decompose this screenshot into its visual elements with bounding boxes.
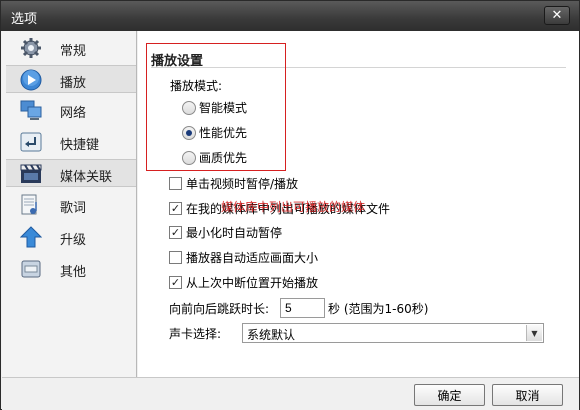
settings-panel: 播放设置 播放模式: 智能模式 性能优先 画质优先 ✓ 单击视频时暂停/播放 ✓…: [138, 31, 579, 377]
sidebar-item-label: 快捷键: [60, 138, 100, 153]
option-auto-fit[interactable]: ✓ 播放器自动适应画面大小: [169, 249, 318, 266]
checkbox-label: 单击视频时暂停/播放: [186, 177, 299, 191]
checkbox-label: 播放器自动适应画面大小: [186, 251, 319, 265]
play-mode-label: 播放模式:: [170, 79, 223, 93]
checkbox-minimize-pause[interactable]: ✓: [169, 226, 182, 239]
skip-duration-input[interactable]: [280, 298, 325, 318]
network-icon: [20, 100, 42, 120]
radio-row-quality[interactable]: 画质优先: [182, 149, 247, 166]
gear-icon: [21, 38, 41, 58]
shortcut-icon: [20, 132, 42, 152]
option-minimize-pause[interactable]: ✓ 最小化时自动暂停: [169, 224, 282, 241]
radio-label: 画质优先: [199, 151, 248, 165]
upgrade-icon: [20, 226, 42, 248]
sidebar-item-shortcuts[interactable]: 快捷键: [6, 128, 136, 156]
checkbox-label: 最小化时自动暂停: [186, 226, 283, 240]
play-icon: [20, 69, 42, 91]
sidebar-item-lyrics[interactable]: 歌词: [6, 191, 136, 219]
cancel-button[interactable]: 取消: [492, 384, 563, 406]
sidebar-item-general[interactable]: 常规: [6, 34, 136, 62]
film-icon: [20, 164, 42, 183]
radio-label: 智能模式: [199, 101, 248, 115]
sidebar-item-playback[interactable]: 播放: [6, 65, 136, 93]
radio-label: 性能优先: [199, 126, 248, 140]
sidebar: 常规 播放 网络 快捷键 媒体关联 歌词 升级 其他: [2, 31, 137, 377]
soundcard-select[interactable]: 系统默认 ▼: [242, 323, 544, 343]
checkbox-click-pause[interactable]: ✓: [169, 177, 182, 190]
sidebar-item-label: 播放: [60, 76, 87, 91]
overlay-text: 媒体库中列出可播放的媒体: [221, 200, 366, 214]
checkbox-label: 从上次中断位置开始播放: [186, 276, 319, 290]
ok-button[interactable]: 确定: [414, 384, 485, 406]
skip-duration-label: 向前向后跳跃时长:: [169, 302, 270, 316]
radio-row-performance[interactable]: 性能优先: [182, 124, 247, 141]
radio-performance-first[interactable]: [182, 125, 196, 140]
dialog-footer: 确定 取消: [2, 377, 579, 410]
options-dialog: 选项 ✕ 常规 播放 网络 快捷键 媒体关联 歌词 升级 其他 播放设置 播放模…: [0, 0, 580, 410]
sidebar-item-label: 网络: [60, 106, 87, 121]
sidebar-item-label: 升级: [60, 233, 87, 248]
checkbox-resume[interactable]: ✓: [169, 276, 182, 289]
sidebar-item-label: 歌词: [60, 201, 87, 216]
soundcard-value: 系统默认: [247, 328, 296, 342]
chevron-down-icon[interactable]: ▼: [526, 325, 542, 341]
lyrics-icon: [21, 194, 37, 215]
window-title: 选项: [11, 12, 38, 27]
checkbox-auto-fit[interactable]: ✓: [169, 251, 182, 264]
sidebar-item-network[interactable]: 网络: [6, 96, 136, 124]
sidebar-item-media-association[interactable]: 媒体关联: [6, 159, 136, 187]
sidebar-item-upgrade[interactable]: 升级: [6, 223, 136, 251]
soundcard-label: 声卡选择:: [169, 327, 222, 341]
skip-duration-unit: 秒 (范围为1-60秒): [328, 302, 429, 316]
close-button[interactable]: ✕: [544, 6, 570, 25]
sidebar-item-other[interactable]: 其他: [6, 255, 136, 283]
radio-quality-first[interactable]: [182, 150, 196, 165]
option-resume[interactable]: ✓ 从上次中断位置开始播放: [169, 274, 318, 291]
sidebar-item-label: 其他: [60, 265, 87, 280]
other-icon: [21, 260, 41, 278]
option-click-pause[interactable]: ✓ 单击视频时暂停/播放: [169, 175, 298, 192]
title-bar[interactable]: 选项 ✕: [1, 1, 579, 31]
checkbox-list-media[interactable]: ✓: [169, 202, 182, 215]
radio-smart-mode[interactable]: [182, 100, 196, 115]
close-icon: ✕: [551, 8, 563, 23]
sidebar-item-label: 媒体关联: [60, 170, 113, 185]
sidebar-item-label: 常规: [60, 44, 87, 59]
radio-row-smart[interactable]: 智能模式: [182, 99, 247, 116]
